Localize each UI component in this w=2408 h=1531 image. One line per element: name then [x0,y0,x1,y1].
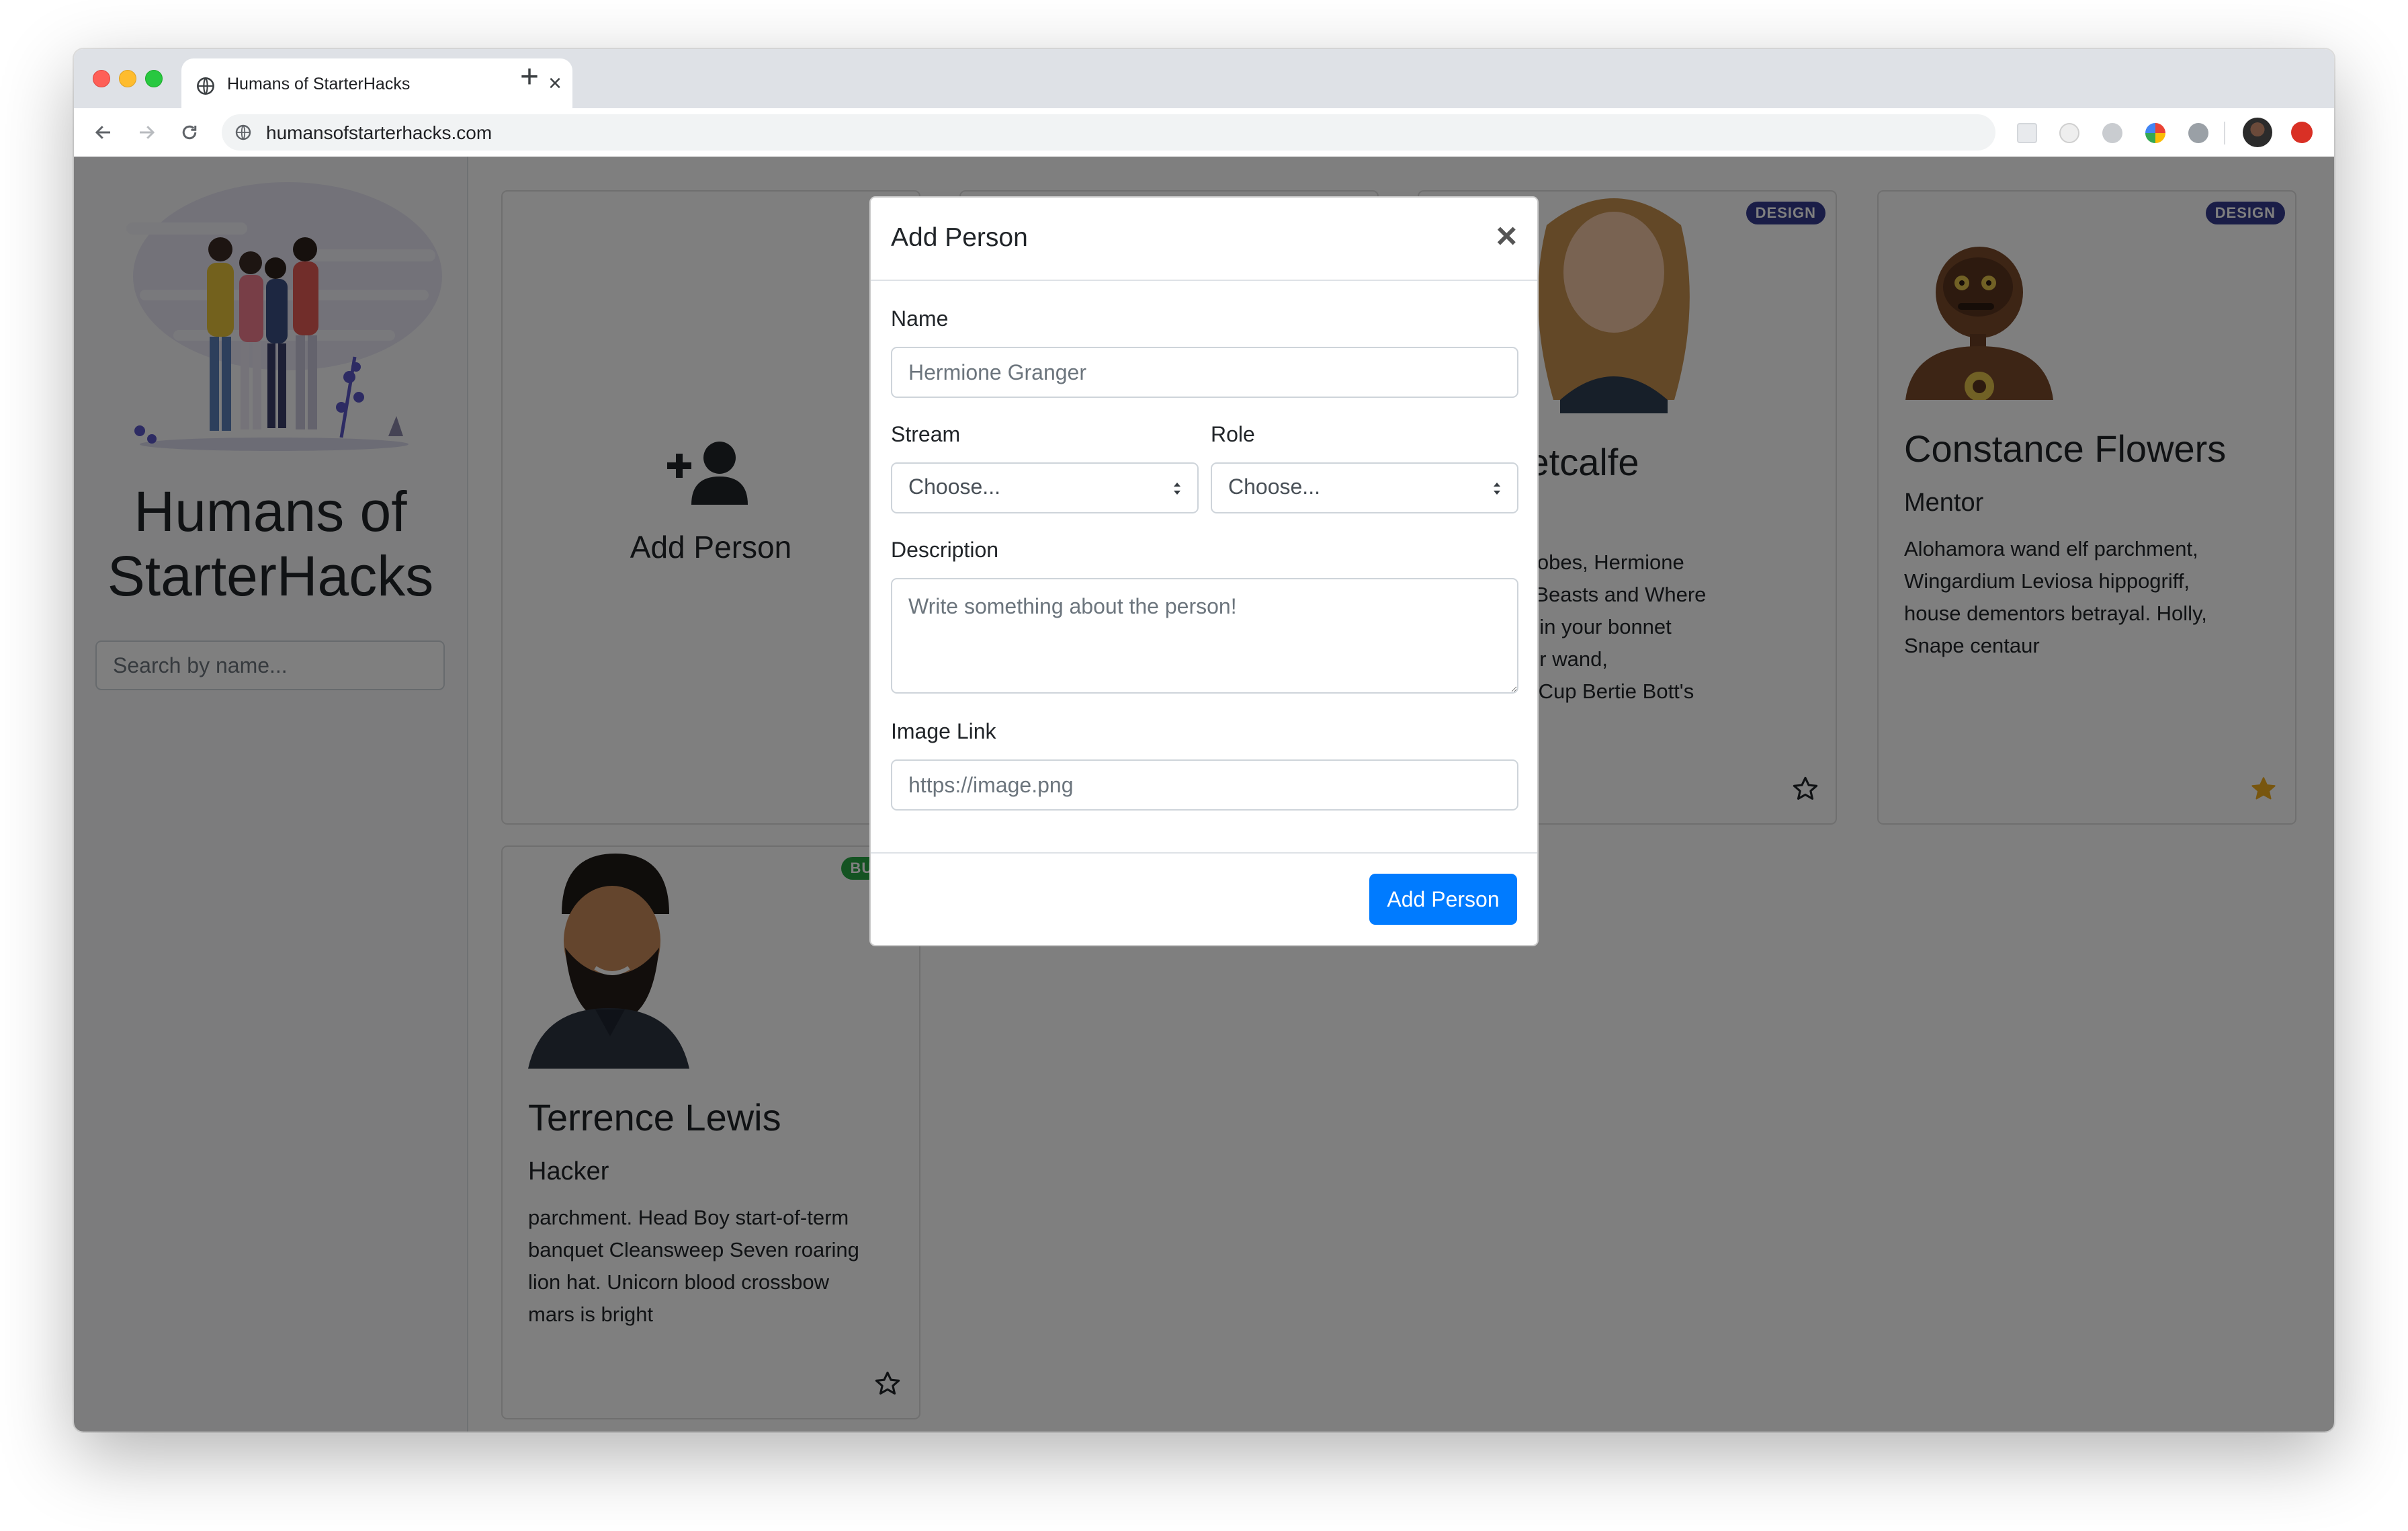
tab-title: Humans of StarterHacks [227,75,411,93]
image-link-field[interactable] [891,759,1518,811]
close-icon[interactable]: × [1496,218,1517,254]
profile-avatar[interactable] [2243,118,2272,147]
extension-icon[interactable] [2188,123,2208,143]
arrow-left-icon [95,126,110,139]
select-caret-icon [1174,483,1180,495]
browser-window: Humans of StarterHacks × + humansofstart… [74,49,2334,1432]
stream-select-value: Choose... [908,474,1000,499]
close-window-button[interactable] [93,70,110,87]
description-label: Description [891,538,999,562]
role-select[interactable]: Choose... [1211,462,1518,513]
tab-strip: Humans of StarterHacks × + [74,49,2334,108]
name-field[interactable] [891,347,1518,398]
arrow-right-icon [140,126,155,139]
address-bar[interactable]: humansofstarterhacks.com [222,114,1995,151]
role-select-value: Choose... [1228,474,1320,499]
page-content: Humans of StarterHacks Add Person DESIGN [74,157,2334,1432]
reload-button[interactable] [175,118,204,147]
description-field[interactable] [891,578,1518,694]
extension-icon[interactable] [2017,123,2037,143]
modal-footer: Add Person [871,852,1537,945]
tab-humans-of-starterhacks[interactable]: Humans of StarterHacks × [181,58,572,108]
reload-icon [182,125,197,140]
tab-close-icon[interactable]: × [548,72,562,95]
add-person-modal: Add Person × Name Stream Choose... Role … [869,196,1539,946]
url-text: humansofstarterhacks.com [266,122,492,143]
minimize-window-button[interactable] [119,70,136,87]
stream-select[interactable]: Choose... [891,462,1199,513]
extension-icon[interactable] [2102,123,2122,143]
stream-label: Stream [891,422,961,446]
add-person-button[interactable]: Add Person [1369,874,1517,925]
site-info-icon[interactable] [235,124,251,140]
select-caret-icon [1494,483,1500,495]
update-icon[interactable] [2291,122,2313,143]
modal-title: Add Person [891,223,1028,252]
extension-icon[interactable] [2059,123,2079,143]
name-label: Name [891,306,949,331]
globe-icon [197,77,214,95]
role-label: Role [1211,422,1255,446]
forward-button[interactable] [132,118,161,147]
back-button[interactable] [89,118,118,147]
maximize-window-button[interactable] [145,70,163,87]
new-tab-button[interactable]: + [520,61,539,93]
image-link-label: Image Link [891,719,996,743]
color-picker-extension-icon[interactable] [2145,123,2165,143]
browser-toolbar: humansofstarterhacks.com [74,108,2334,157]
modal-header: Add Person × [871,198,1537,281]
toolbar-divider [2224,122,2225,144]
